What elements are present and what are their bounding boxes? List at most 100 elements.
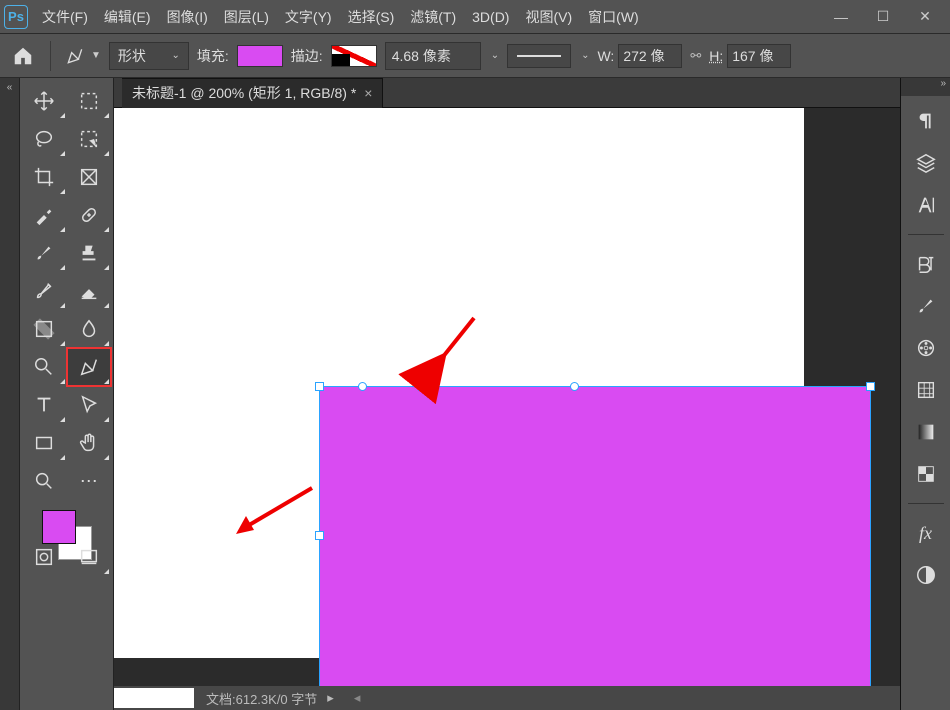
maximize-button[interactable]: ☐ — [862, 2, 904, 32]
stroke-swatch[interactable] — [331, 45, 377, 67]
fill-label: 填充: — [197, 46, 229, 66]
type-tool[interactable] — [22, 386, 67, 424]
zoom-field[interactable] — [114, 688, 194, 708]
lasso-tool[interactable] — [22, 120, 67, 158]
home-icon[interactable] — [10, 43, 36, 69]
status-disclosure-icon[interactable]: ▸ — [327, 690, 334, 706]
chevron-down-icon: ▼ — [91, 50, 101, 61]
menu-3d[interactable]: 3D(D) — [464, 5, 517, 29]
edit-toolbar[interactable]: ⋯ — [67, 462, 112, 500]
selection-bounds — [319, 386, 871, 686]
menu-edit[interactable]: 编辑(E) — [96, 3, 159, 31]
width-field: W: 272 像 — [597, 44, 682, 68]
dodge-tool[interactable] — [22, 348, 67, 386]
zoom-tool[interactable] — [22, 462, 67, 500]
history-brush-tool[interactable] — [22, 272, 67, 310]
panel-divider — [908, 503, 944, 504]
toolbox: ⋯ — [20, 78, 114, 710]
collapse-right-icon[interactable]: » — [901, 78, 950, 96]
gradient-panel-icon[interactable] — [913, 419, 939, 445]
frame-tool[interactable] — [67, 158, 112, 196]
stroke-label: 描边: — [291, 46, 323, 66]
fill-swatch[interactable] — [237, 45, 283, 67]
chevron-down-icon[interactable]: ⌄ — [491, 50, 499, 61]
document-tab[interactable]: 未标题-1 @ 200% (矩形 1, RGB/8) * × — [122, 78, 383, 108]
work-area: « ⋯ — [0, 78, 950, 710]
move-tool[interactable] — [22, 82, 67, 120]
screen-mode-toggle[interactable] — [67, 538, 112, 576]
panel-divider — [908, 234, 944, 235]
minimize-button[interactable]: — — [820, 2, 862, 32]
right-panel-strip: » fx — [900, 78, 950, 710]
annotation-arrow — [414, 308, 484, 393]
options-bar: ▼ 形状 ⌄ 填充: 描边: 4.68 像素 ⌄ ⌄ W: 272 像 ⚯ H:… — [0, 34, 950, 78]
eraser-tool[interactable] — [67, 272, 112, 310]
tool-preset-dropdown[interactable]: ▼ — [65, 46, 101, 66]
menu-view[interactable]: 视图(V) — [517, 3, 580, 31]
hand-tool[interactable] — [67, 424, 112, 462]
close-tab-icon[interactable]: × — [364, 85, 372, 101]
close-button[interactable]: ✕ — [904, 2, 946, 32]
paragraph-panel-icon[interactable] — [913, 108, 939, 134]
menu-select[interactable]: 选择(S) — [340, 3, 403, 31]
marquee-tool[interactable] — [67, 82, 112, 120]
swatches-panel-icon[interactable] — [913, 335, 939, 361]
w-input[interactable]: 272 像 — [618, 44, 682, 68]
path-select-tool[interactable] — [67, 386, 112, 424]
chevron-down-icon[interactable]: ⌄ — [581, 50, 589, 61]
h-label: H: — [709, 48, 723, 64]
styles-panel-icon[interactable]: fx — [913, 520, 939, 546]
crop-tool[interactable] — [22, 158, 67, 196]
character-panel-icon[interactable] — [913, 192, 939, 218]
menu-layer[interactable]: 图层(L) — [216, 3, 277, 31]
link-wh-icon[interactable]: ⚯ — [690, 48, 701, 64]
shape-mode-label: 形状 — [118, 46, 146, 66]
gradient-tool[interactable] — [22, 310, 67, 348]
annotation-arrow — [232, 478, 322, 543]
rectangle-tool[interactable] — [22, 424, 67, 462]
pen-tool[interactable] — [67, 348, 112, 386]
h-input[interactable]: 167 像 — [727, 44, 791, 68]
collapse-left-icon[interactable]: « — [0, 78, 20, 710]
handle-nw[interactable] — [315, 382, 324, 391]
canvas-viewport[interactable] — [114, 108, 900, 686]
pattern-panel-icon[interactable] — [913, 461, 939, 487]
quick-mask-toggle[interactable] — [22, 538, 67, 576]
menu-type[interactable]: 文字(Y) — [277, 3, 340, 31]
stroke-width-input[interactable]: 4.68 像素 — [385, 42, 481, 70]
adjustments-panel-icon[interactable] — [913, 562, 939, 588]
height-field: H: 167 像 — [709, 44, 791, 68]
handle-ne[interactable] — [866, 382, 875, 391]
menu-image[interactable]: 图像(I) — [159, 3, 216, 31]
stroke-style-select[interactable] — [507, 44, 571, 68]
menu-bar: Ps 文件(F) 编辑(E) 图像(I) 图层(L) 文字(Y) 选择(S) 滤… — [0, 0, 950, 34]
document-area: 未标题-1 @ 200% (矩形 1, RGB/8) * × — [114, 78, 900, 710]
status-bar: 文档:612.3K/0 字节 ▸ ◂ — [114, 686, 900, 710]
quick-select-tool[interactable] — [67, 120, 112, 158]
scroll-left-icon[interactable]: ◂ — [354, 690, 361, 706]
app-logo: Ps — [4, 5, 28, 29]
shape-mode-select[interactable]: 形状 ⌄ — [109, 42, 189, 70]
layers-panel-icon[interactable] — [913, 150, 939, 176]
menu-file[interactable]: 文件(F) — [34, 3, 96, 31]
document-info: 文档:612.3K/0 字节 — [206, 689, 317, 708]
menu-window[interactable]: 窗口(W) — [580, 3, 647, 31]
healing-tool[interactable] — [67, 196, 112, 234]
blur-tool[interactable] — [67, 310, 112, 348]
anchor-point[interactable] — [358, 382, 367, 391]
window-controls: — ☐ ✕ — [820, 2, 946, 32]
glyphs-panel-icon[interactable] — [913, 251, 939, 277]
chevron-down-icon: ⌄ — [172, 50, 180, 61]
w-label: W: — [597, 48, 614, 64]
eyedropper-tool[interactable] — [22, 196, 67, 234]
document-tabbar: 未标题-1 @ 200% (矩形 1, RGB/8) * × — [114, 78, 900, 108]
right-panel-icons: fx — [901, 96, 950, 710]
separator — [50, 41, 51, 71]
brush-tool[interactable] — [22, 234, 67, 272]
stamp-tool[interactable] — [67, 234, 112, 272]
anchor-point[interactable] — [570, 382, 579, 391]
brush-panel-icon[interactable] — [913, 293, 939, 319]
document-tab-title: 未标题-1 @ 200% (矩形 1, RGB/8) * — [132, 83, 356, 103]
menu-filter[interactable]: 滤镜(T) — [402, 3, 464, 31]
properties-panel-icon[interactable] — [913, 377, 939, 403]
